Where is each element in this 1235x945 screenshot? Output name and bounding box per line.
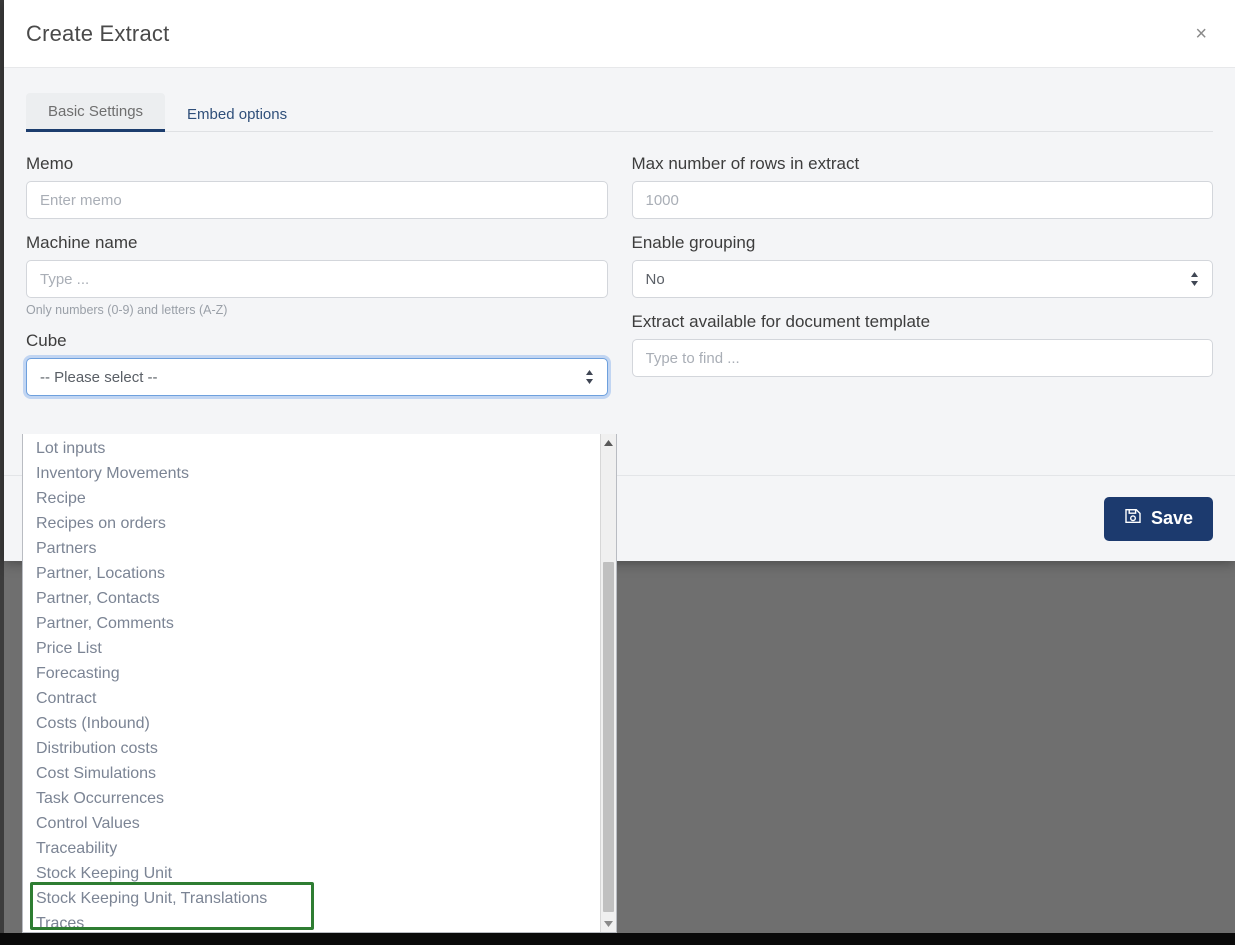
- cube-option[interactable]: Costs (Inbound): [23, 711, 600, 736]
- tab-bar: Basic Settings Embed options: [26, 88, 1213, 132]
- cube-option[interactable]: Stock Keeping Unit, Translations: [23, 886, 600, 911]
- dropdown-scrollbar[interactable]: [600, 434, 616, 932]
- field-max-rows: Max number of rows in extract: [632, 154, 1214, 219]
- scroll-down-arrow-icon[interactable]: [601, 915, 616, 932]
- save-floppy-icon: [1124, 507, 1142, 530]
- form-column-right: Max number of rows in extract Enable gro…: [632, 154, 1214, 410]
- enable-grouping-select-wrap: [632, 260, 1214, 298]
- cube-select[interactable]: [26, 358, 608, 396]
- cube-option[interactable]: Distribution costs: [23, 736, 600, 761]
- tab-embed-options[interactable]: Embed options: [165, 96, 309, 132]
- cube-option[interactable]: Partner, Comments: [23, 611, 600, 636]
- cube-option-list[interactable]: Lot inputsInventory MovementsRecipeRecip…: [23, 434, 600, 932]
- cube-option[interactable]: Price List: [23, 636, 600, 661]
- modal-header: Create Extract ×: [4, 0, 1235, 68]
- modal-body: Basic Settings Embed options Memo Machin…: [4, 68, 1235, 475]
- save-button-label: Save: [1151, 508, 1193, 529]
- cube-option[interactable]: Contract: [23, 686, 600, 711]
- machine-name-label: Machine name: [26, 233, 608, 253]
- tab-basic-settings[interactable]: Basic Settings: [26, 93, 165, 132]
- memo-input[interactable]: [26, 181, 608, 219]
- cube-option[interactable]: Control Values: [23, 811, 600, 836]
- machine-name-input[interactable]: [26, 260, 608, 298]
- field-machine-name: Machine name Only numbers (0-9) and lett…: [26, 233, 608, 317]
- cube-option[interactable]: Inventory Movements: [23, 461, 600, 486]
- cube-option[interactable]: Recipe: [23, 486, 600, 511]
- memo-label: Memo: [26, 154, 608, 174]
- document-template-input[interactable]: [632, 339, 1214, 377]
- field-memo: Memo: [26, 154, 608, 219]
- enable-grouping-label: Enable grouping: [632, 233, 1214, 253]
- field-cube: Cube: [26, 331, 608, 396]
- page-title: Create Extract: [26, 21, 169, 47]
- cube-option[interactable]: Partner, Locations: [23, 561, 600, 586]
- form-column-left: Memo Machine name Only numbers (0-9) and…: [26, 154, 608, 410]
- cube-dropdown-panel[interactable]: Lot inputsInventory MovementsRecipeRecip…: [22, 434, 617, 933]
- cube-label: Cube: [26, 331, 608, 351]
- enable-grouping-select[interactable]: [632, 260, 1214, 298]
- field-document-template: Extract available for document template: [632, 312, 1214, 377]
- cube-option[interactable]: Stock Keeping Unit: [23, 861, 600, 886]
- cube-option[interactable]: Lot inputs: [23, 436, 600, 461]
- cube-option[interactable]: Traceability: [23, 836, 600, 861]
- cube-select-wrap: [26, 358, 608, 396]
- scroll-up-arrow-icon[interactable]: [601, 434, 616, 451]
- scrollbar-thumb[interactable]: [603, 562, 614, 912]
- cube-option[interactable]: Partner, Contacts: [23, 586, 600, 611]
- cube-option[interactable]: Forecasting: [23, 661, 600, 686]
- max-rows-label: Max number of rows in extract: [632, 154, 1214, 174]
- document-template-label: Extract available for document template: [632, 312, 1214, 332]
- max-rows-input[interactable]: [632, 181, 1214, 219]
- form-grid: Memo Machine name Only numbers (0-9) and…: [26, 154, 1213, 410]
- cube-option[interactable]: Recipes on orders: [23, 511, 600, 536]
- bottom-black-bar: [0, 933, 1235, 945]
- cube-option[interactable]: Partners: [23, 536, 600, 561]
- save-button[interactable]: Save: [1104, 497, 1213, 541]
- cube-option[interactable]: Task Occurrences: [23, 786, 600, 811]
- cube-option[interactable]: Traces: [23, 911, 600, 933]
- cube-option[interactable]: Cost Simulations: [23, 761, 600, 786]
- field-enable-grouping: Enable grouping: [632, 233, 1214, 298]
- close-icon[interactable]: ×: [1187, 20, 1215, 48]
- machine-name-hint: Only numbers (0-9) and letters (A-Z): [26, 303, 608, 317]
